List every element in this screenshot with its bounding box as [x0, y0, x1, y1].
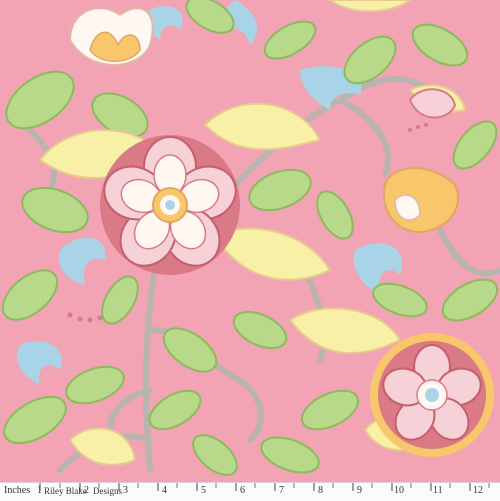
ruler-number: 11 [433, 485, 443, 496]
ruler-unit-label: Inches [4, 485, 31, 496]
orange-bud-right [383, 167, 460, 234]
ruler-number: 3 [123, 485, 128, 496]
ruler-number-2: 2 [84, 485, 89, 496]
ruler-number: 12 [473, 485, 483, 496]
ruler-number: 6 [240, 485, 245, 496]
ruler-number: 5 [201, 485, 206, 496]
ruler-brand-suffix: Designs [93, 486, 122, 496]
floral-fabric-pattern [0, 0, 500, 482]
ruler-number: 7 [279, 485, 284, 496]
ruler-number: 9 [357, 485, 362, 496]
flower-lower-right [370, 333, 494, 457]
ruler-number: 8 [318, 485, 323, 496]
ruler-brand-label: Riley Blake [44, 486, 87, 496]
fabric-swatch-view: Inches 1 Riley Blake 2 Designs 3 4 5 6 7… [0, 0, 500, 501]
ruler-number: 10 [394, 485, 404, 496]
ruler-number-1: 1 [37, 485, 42, 496]
ruler-number: 4 [162, 485, 167, 496]
inch-ruler: Inches 1 Riley Blake 2 Designs 3 4 5 6 7… [0, 482, 500, 501]
